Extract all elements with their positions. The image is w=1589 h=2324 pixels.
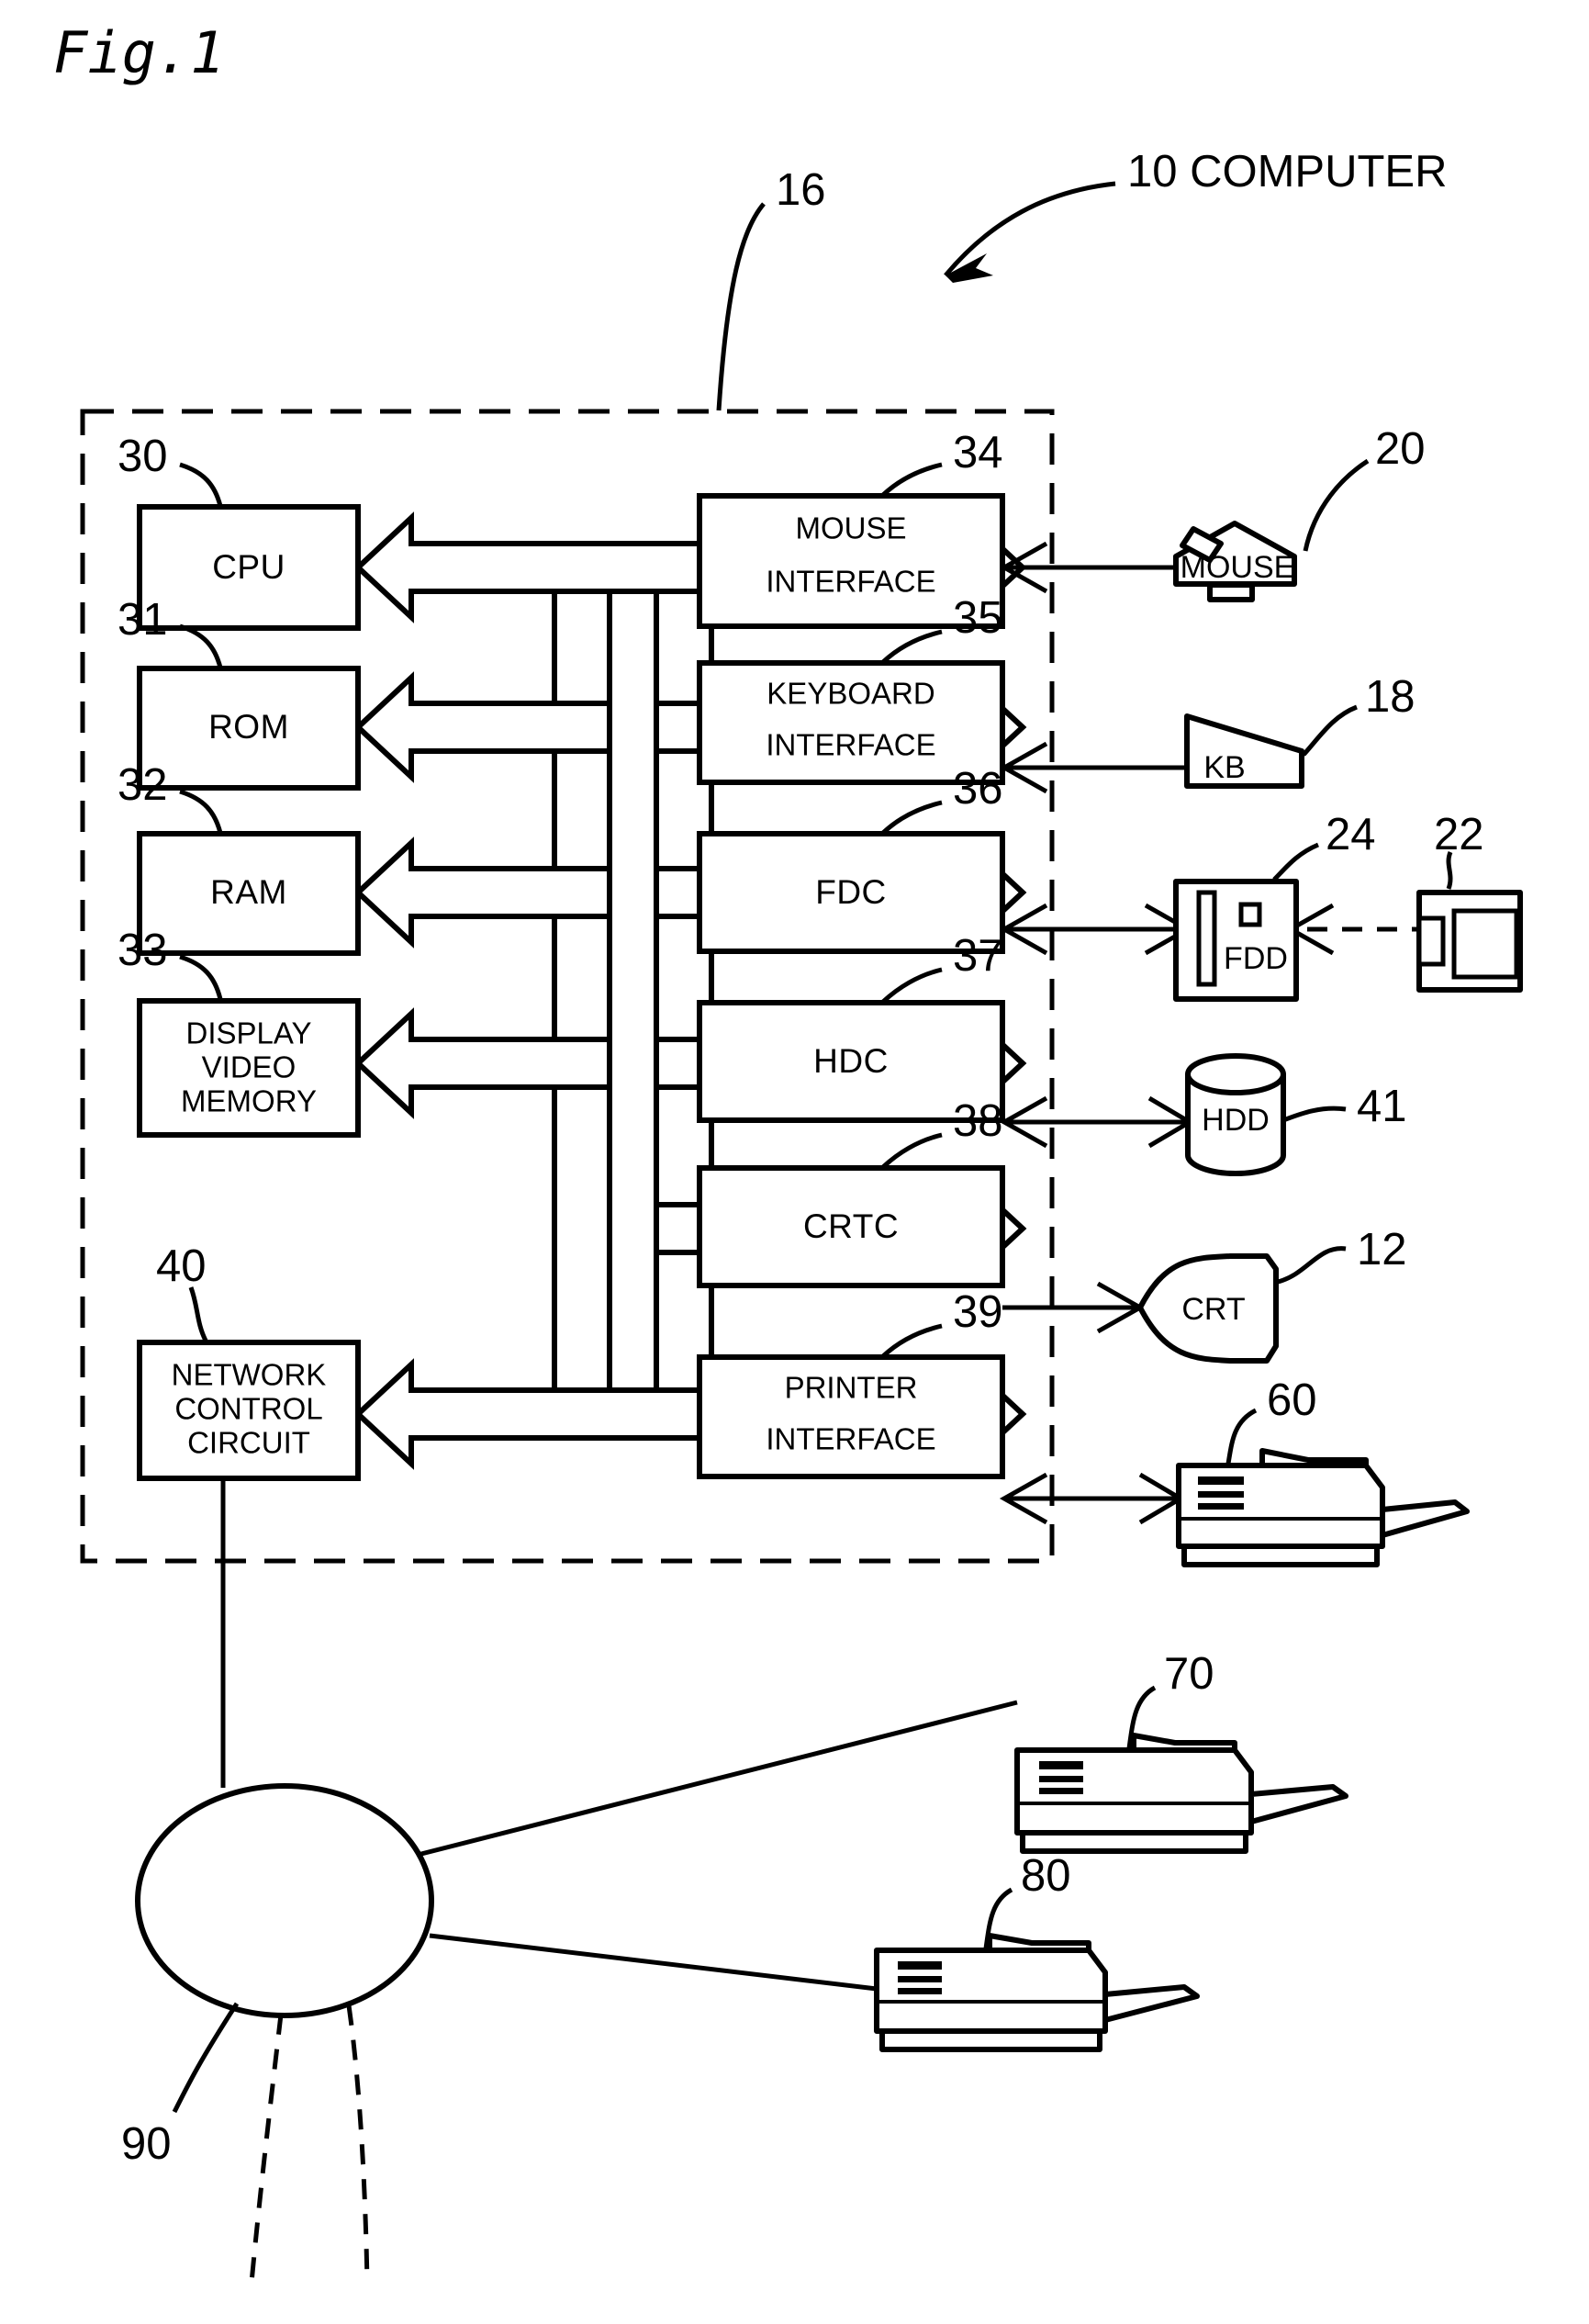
- crt-label: CRT: [1181, 1292, 1245, 1327]
- printer60-panel-line-2: [1198, 1491, 1244, 1498]
- block-dvm-label-2: VIDEO: [202, 1050, 297, 1084]
- block-printer-if-label-2: INTERFACE: [766, 1422, 935, 1456]
- ref-41: 41: [1357, 1082, 1407, 1131]
- block-ncc-label-2: CONTROL: [174, 1392, 322, 1426]
- ref-34: 34: [953, 428, 1003, 477]
- ref-20: 20: [1375, 424, 1426, 474]
- network-cloud: [135, 1783, 434, 2018]
- ref-16: 16: [776, 165, 826, 215]
- keyboard-label: KB: [1203, 750, 1245, 785]
- floppy-disk-shutter: [1416, 915, 1446, 967]
- ref-90: 90: [121, 2119, 172, 2169]
- ref-12: 12: [1357, 1225, 1407, 1274]
- block-kbd-if-label-2: INTERFACE: [766, 728, 935, 762]
- block-fdc-label: FDC: [815, 873, 887, 911]
- ref-35: 35: [953, 593, 1003, 643]
- block-rom-label: ROM: [208, 708, 289, 746]
- floppy-disk-label-area: [1451, 908, 1519, 980]
- block-crtc-label: CRTC: [803, 1207, 899, 1245]
- hdd-cylinder-top: [1185, 1053, 1286, 1095]
- ref-60: 60: [1267, 1375, 1317, 1425]
- figure-title: Fig.1: [53, 19, 225, 86]
- block-dvm-label-1: DISPLAY: [186, 1016, 312, 1050]
- ref-36: 36: [953, 764, 1003, 814]
- printer70-base: [1020, 1830, 1248, 1854]
- ref-37: 37: [953, 931, 1003, 981]
- block-ncc-label-1: NETWORK: [172, 1358, 327, 1392]
- device-floppy-drive[interactable]: FDD: [1173, 879, 1299, 1002]
- ref-22-leader: [1446, 851, 1453, 890]
- device-hdd[interactable]: HDD: [1185, 1053, 1286, 1176]
- block-dvm-label-3: MEMORY: [181, 1084, 317, 1118]
- printer60-base: [1181, 1544, 1380, 1567]
- ref-70: 70: [1164, 1649, 1214, 1699]
- printer70-panel-line-3: [1039, 1788, 1083, 1794]
- device-floppy-disk[interactable]: [1416, 890, 1523, 993]
- printer70-panel-line-1: [1039, 1761, 1083, 1769]
- ref-31: 31: [117, 595, 168, 645]
- ref-38: 38: [953, 1096, 1003, 1146]
- block-ncc-label-3: CIRCUIT: [187, 1426, 310, 1460]
- ref-32: 32: [117, 760, 168, 810]
- mouse-label: MOUSE: [1181, 550, 1295, 585]
- ref-33: 33: [117, 926, 168, 975]
- ref-40: 40: [156, 1241, 207, 1291]
- printer70-panel-line-2: [1039, 1776, 1083, 1782]
- block-kbd-if-label-1: KEYBOARD: [767, 677, 934, 711]
- fdd-led: [1238, 902, 1262, 927]
- fdd-slot: [1196, 890, 1217, 987]
- block-hdc-label: HDC: [813, 1042, 889, 1080]
- block-cpu-label: CPU: [212, 548, 285, 586]
- printer80-base: [879, 2028, 1102, 2052]
- block-ram-label: RAM: [210, 873, 287, 911]
- hdd-label: HDD: [1202, 1103, 1270, 1138]
- block-mouse-if-label-1: MOUSE: [795, 511, 906, 545]
- ref-30: 30: [117, 432, 168, 481]
- figure-canvas: Fig.1 10 COMPUTER 16 CPU 30 ROM 31 RAM 3…: [0, 0, 1589, 2324]
- block-printer-if-label-1: PRINTER: [785, 1371, 918, 1405]
- ref-24: 24: [1326, 810, 1376, 859]
- printer60-panel-line-1: [1198, 1476, 1244, 1485]
- block-mouse-if-label-2: INTERFACE: [766, 565, 935, 599]
- fdd-label: FDD: [1224, 941, 1288, 976]
- computer-overall-label: 10 COMPUTER: [1127, 147, 1448, 196]
- ref-22: 22: [1434, 810, 1484, 859]
- printer80-panel-line-3: [898, 1988, 942, 1994]
- patent-figure-1: Fig.1 10 COMPUTER 16 CPU 30 ROM 31 RAM 3…: [0, 0, 1589, 2324]
- printer60-panel-line-3: [1198, 1503, 1244, 1510]
- printer80-panel-line-1: [898, 1961, 942, 1970]
- ref-80: 80: [1021, 1851, 1071, 1901]
- ref-18: 18: [1365, 672, 1416, 722]
- printer80-panel-line-2: [898, 1976, 942, 1982]
- mouse-cable-tab: [1207, 582, 1255, 602]
- ref-39: 39: [953, 1287, 1003, 1337]
